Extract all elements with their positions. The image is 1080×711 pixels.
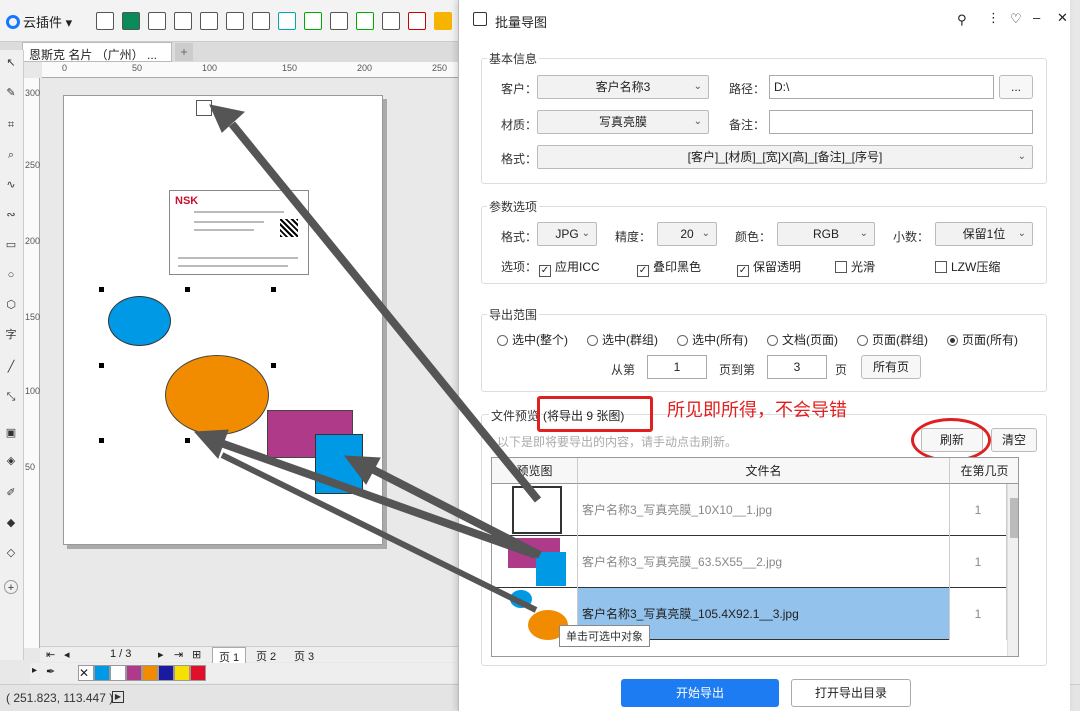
arrow-line	[228, 121, 542, 503]
annotation-arrows	[193, 104, 542, 613]
